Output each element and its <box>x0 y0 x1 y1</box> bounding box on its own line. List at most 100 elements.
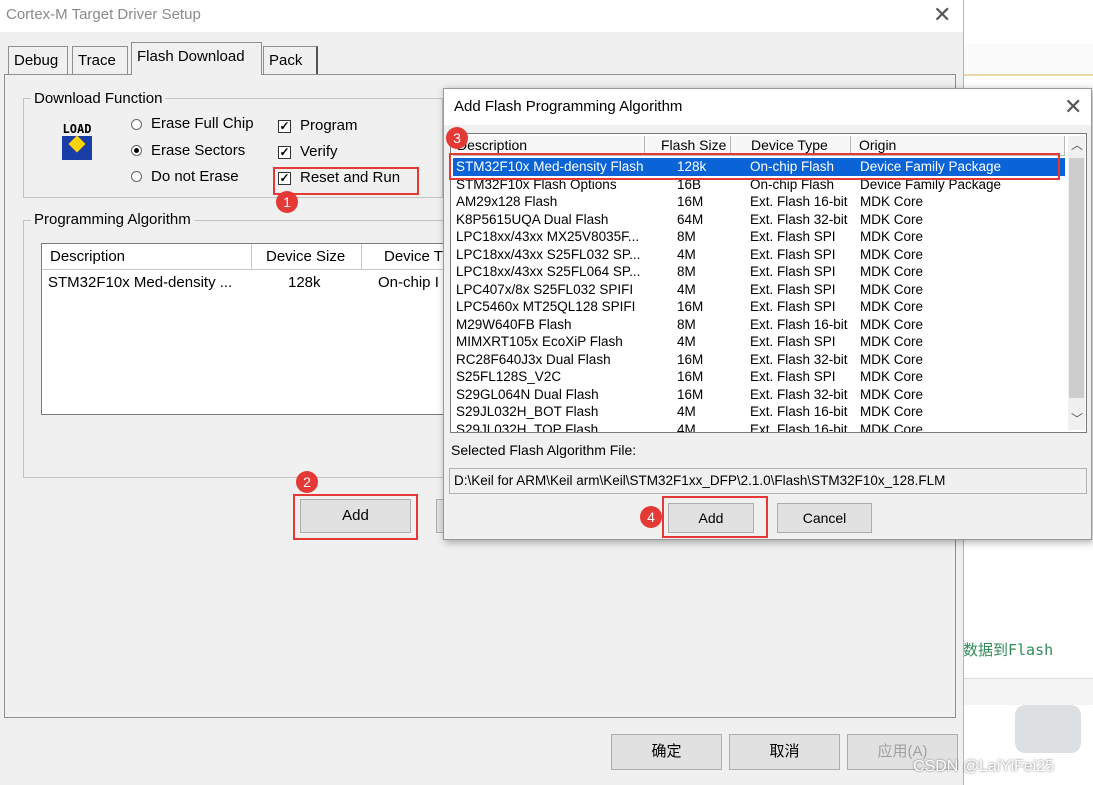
cancel-button[interactable]: 取消 <box>729 734 840 770</box>
highlight-reset-and-run <box>273 167 419 195</box>
erase-full-chip-label: Erase Full Chip <box>151 115 254 132</box>
selected-file-label: Selected Flash Algorithm File: <box>451 442 637 458</box>
cell-size: 4M <box>677 334 696 349</box>
scrollbar-thumb[interactable] <box>1069 158 1084 398</box>
chevron-down-icon[interactable]: ﹀ <box>1071 410 1083 427</box>
table-row[interactable]: S25FL128S_V2C 16M Ext. Flash SPI MDK Core <box>453 368 1065 386</box>
ok-button[interactable]: 确定 <box>611 734 722 770</box>
cell-origin: MDK Core <box>860 246 924 262</box>
program-label: Program <box>300 117 358 134</box>
table-row[interactable]: MIMXRT105x EcoXiP Flash 4M Ext. Flash SPI M… <box>453 333 1065 351</box>
program-checkbox[interactable]: ✓ <box>278 120 291 133</box>
background-code-text: 数据到Flash <box>963 641 1054 659</box>
cell-size: 4M <box>677 421 696 433</box>
load-icon: LOAD <box>56 122 98 164</box>
table-row[interactable]: K8P5615UQA Dual Flash 64M Ext. Flash 32-bi… <box>453 211 1065 229</box>
table-row[interactable]: LPC18xx/43xx MX25V8035F... 8M Ext. Flash S… <box>453 228 1065 246</box>
cell-origin: MDK Core <box>860 229 924 244</box>
tab-flash-download[interactable]: Flash Download <box>131 42 262 75</box>
cell-origin: MDK Core <box>860 351 924 367</box>
cell-description: S25FL128S_V2C <box>456 369 562 384</box>
close-icon[interactable]: ✕ <box>933 4 951 26</box>
title-bar: Cortex-M Target Driver Setup ✕ <box>0 0 963 32</box>
cell-type: Ext. Flash SPI <box>750 264 836 279</box>
cell-description: S29JL032H_BOT Flash <box>456 404 599 419</box>
cell-type: Ext. Flash 16-bit <box>750 316 848 332</box>
cell-type: Ext. Flash 32-bit <box>750 351 848 367</box>
cell-type: Ext. Flash 16-bit <box>750 404 848 419</box>
highlight-dialog-add-button <box>662 496 768 538</box>
cell-origin: MDK Core <box>860 386 924 402</box>
close-icon[interactable]: ✕ <box>1064 96 1082 118</box>
cell-description: LPC407x/8x S25FL032 SPIFI <box>456 281 634 297</box>
annotation-badge-3: 3 <box>446 127 468 149</box>
algorithm-list[interactable]: Description Device Size Device T STM32F1… <box>41 243 454 415</box>
cell-origin: MDK Core <box>860 316 924 332</box>
cell-type: Ext. Flash SPI <box>750 229 836 244</box>
cell-size: 16M <box>677 386 704 402</box>
cell-origin: MDK Core <box>860 334 924 349</box>
erase-sectors-radio[interactable] <box>131 145 142 156</box>
cell-description: AM29x128 Flash <box>456 194 558 209</box>
cell-size: 16M <box>677 369 704 384</box>
cell-description: K8P5615UQA Dual Flash <box>456 211 609 227</box>
add-dialog-title: Add Flash Programming Algorithm <box>454 98 683 115</box>
table-row[interactable]: M29W640FB Flash 8M Ext. Flash 16-bit MDK Co… <box>453 316 1065 334</box>
tab-pack[interactable]: Pack <box>263 46 318 74</box>
cell-size: 4M <box>677 281 696 297</box>
cell-description: M29W640FB Flash <box>456 316 572 332</box>
cell-origin: MDK Core <box>860 369 924 384</box>
cell-origin: MDK Core <box>860 281 924 297</box>
column-header-description[interactable]: Description <box>42 244 252 270</box>
cell-origin: MDK Core <box>860 211 924 227</box>
erase-full-chip-radio[interactable] <box>131 119 142 130</box>
cell-description: LPC18xx/43xx S25FL064 SP... <box>456 264 641 279</box>
table-row[interactable]: S29JL032H_BOT Flash 4M Ext. Flash 16-bit MD… <box>453 403 1065 421</box>
cell-description: LPC18xx/43xx S25FL032 SP... <box>456 246 641 262</box>
cell-origin: MDK Core <box>860 421 924 433</box>
selected-file-path-field: D:\Keil for ARM\Keil arm\Keil\STM32F1xx_… <box>449 468 1087 494</box>
cell-size: 16M <box>677 351 704 367</box>
column-header-device-type[interactable]: Device T <box>362 244 454 270</box>
add-dialog-title-bar: Add Flash Programming Algorithm ✕ <box>444 89 1091 125</box>
column-header-device-size[interactable]: Device Size <box>252 244 362 270</box>
annotation-badge-1: 1 <box>276 191 298 213</box>
cell-type: Ext. Flash 16-bit <box>750 194 848 209</box>
verify-checkbox[interactable]: ✓ <box>278 146 291 159</box>
chevron-up-icon[interactable]: ︿ <box>1071 136 1083 153</box>
cell-description: S29JL032H_TOP Flash <box>456 421 599 433</box>
cell-origin: MDK Core <box>860 194 924 209</box>
table-row[interactable]: LPC18xx/43xx S25FL064 SP... 8M Ext. Flash … <box>453 263 1065 281</box>
cell-origin: MDK Core <box>860 264 924 279</box>
cell-description: RC28F640J3x Dual Flash <box>456 351 611 367</box>
cell-size: 8M <box>677 316 696 332</box>
erase-sectors-label: Erase Sectors <box>151 142 246 159</box>
cell-type: Ext. Flash SPI <box>750 246 836 262</box>
cell-size: 16M <box>677 194 704 209</box>
table-row[interactable]: LPC5460x MT25QL128 SPIFI 16M Ext. Flash SP… <box>453 298 1065 316</box>
cell-description: LPC5460x MT25QL128 SPIFI <box>456 299 636 314</box>
table-row[interactable]: LPC407x/8x S25FL032 SPIFI 4M Ext. Flash SP… <box>453 281 1065 299</box>
tab-trace[interactable]: Trace <box>72 46 128 74</box>
do-not-erase-radio[interactable] <box>131 171 142 182</box>
table-row[interactable]: AM29x128 Flash 16M Ext. Flash 16-bit MDK Co… <box>453 193 1065 211</box>
highlight-selected-algorithm <box>449 153 1060 180</box>
annotation-badge-2: 2 <box>296 471 318 493</box>
table-row[interactable]: RC28F640J3x Dual Flash 16M Ext. Flash 32-b… <box>453 351 1065 369</box>
cell-size: 4M <box>677 404 696 419</box>
cell-type: Ext. Flash 32-bit <box>750 386 848 402</box>
cell-description: MIMXRT105x EcoXiP Flash <box>456 334 623 349</box>
list-item[interactable]: STM32F10x Med-density ... 128k On-chip I <box>42 274 452 296</box>
tab-debug[interactable]: Debug <box>8 46 68 74</box>
cell-type: Ext. Flash 16-bit <box>750 421 848 433</box>
cell-size: 8M <box>677 264 696 279</box>
do-not-erase-label: Do not Erase <box>151 168 239 185</box>
table-row[interactable]: S29GL064N Dual Flash 16M Ext. Flash 32-bit… <box>453 386 1065 404</box>
table-row[interactable]: S29JL032H_TOP Flash 4M Ext. Flash 16-bit MD… <box>453 421 1065 433</box>
vertical-scrollbar[interactable]: ︿ ﹀ <box>1068 136 1085 430</box>
dialog-cancel-button[interactable]: Cancel <box>777 503 872 533</box>
table-row[interactable]: LPC18xx/43xx S25FL032 SP... 4M Ext. Flash … <box>453 246 1065 264</box>
cell-description: LPC18xx/43xx MX25V8035F... <box>456 229 640 244</box>
cell-size: 64M <box>677 211 704 227</box>
cell-type: Ext. Flash SPI <box>750 334 836 349</box>
